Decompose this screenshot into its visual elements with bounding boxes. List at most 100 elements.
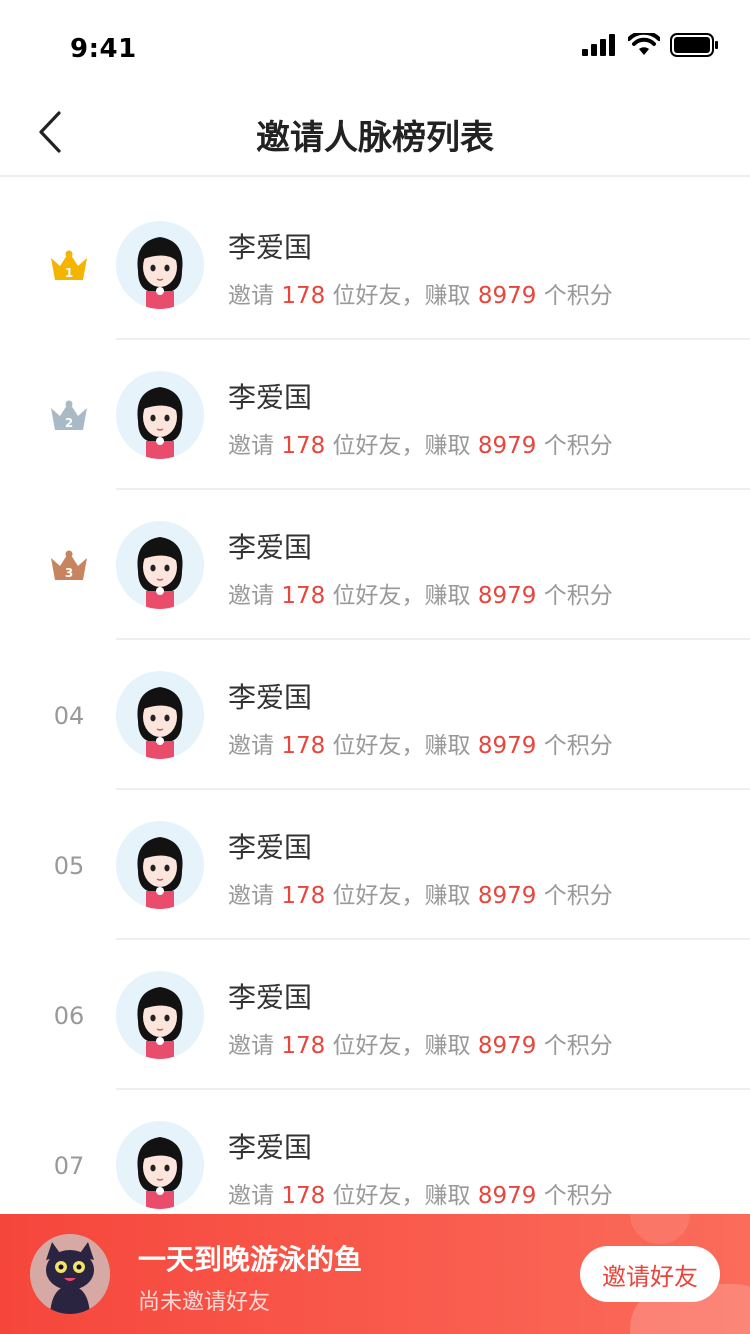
user-name: 李爱国 (228, 831, 313, 864)
invite-summary: 邀请 178 位好友，赚取 8979 个积分 (228, 726, 613, 760)
friend-count: 178 (281, 883, 326, 909)
ranking-list: 1 李爱国 邀请 178 位好友，赚取 8979 个积分 2 李爱国 邀请 17… (0, 190, 750, 1240)
points-count: 8979 (477, 733, 537, 759)
rank-badge: 3 (36, 546, 102, 586)
crown-tip (65, 550, 73, 558)
points-count: 8979 (477, 583, 537, 609)
page-title: 邀请人脉榜列表 (256, 118, 494, 158)
user-name: 李爱国 (228, 381, 313, 414)
avatar (116, 371, 204, 459)
friends-suffix: 位好友，赚取 (332, 883, 471, 909)
crown-rank-number: 3 (65, 566, 73, 580)
crown-rank-number: 1 (65, 266, 73, 280)
invite-summary: 邀请 178 位好友，赚取 8979 个积分 (228, 426, 613, 460)
user-name: 李爱国 (228, 981, 313, 1014)
invite-summary: 邀请 178 位好友，赚取 8979 个积分 (228, 576, 613, 610)
rank-number: 05 (53, 852, 85, 880)
nav-bar: 邀请人脉榜列表 (0, 90, 750, 177)
invite-prefix: 邀请 (228, 433, 274, 459)
avatar (116, 221, 204, 309)
list-item[interactable]: 06 李爱国 邀请 178 位好友，赚取 8979 个积分 (0, 940, 750, 1090)
user-avatar-icon (116, 671, 204, 759)
friends-suffix: 位好友，赚取 (332, 433, 471, 459)
points-count: 8979 (477, 1033, 537, 1059)
user-name: 李爱国 (228, 531, 313, 564)
points-count: 8979 (477, 883, 537, 909)
rank-number: 07 (53, 1152, 85, 1180)
rank-badge: 05 (36, 846, 102, 886)
user-avatar-icon (116, 521, 204, 609)
invite-summary: 邀请 178 位好友，赚取 8979 个积分 (228, 1026, 613, 1060)
list-item[interactable]: 3 李爱国 邀请 178 位好友，赚取 8979 个积分 (0, 490, 750, 640)
invite-prefix: 邀请 (228, 1183, 274, 1209)
user-name: 李爱国 (228, 1131, 313, 1164)
points-suffix: 个积分 (543, 1183, 613, 1209)
avatar (116, 1121, 204, 1209)
friends-suffix: 位好友，赚取 (332, 283, 471, 309)
points-suffix: 个积分 (543, 733, 613, 759)
signal-icon (582, 34, 615, 56)
battery-icon (670, 33, 718, 57)
rank-badge: 06 (36, 996, 102, 1036)
invite-prefix: 邀请 (228, 883, 274, 909)
points-count: 8979 (477, 283, 537, 309)
friend-count: 178 (281, 283, 326, 309)
rank-badge: 2 (36, 396, 102, 436)
points-suffix: 个积分 (543, 583, 613, 609)
user-avatar-icon (116, 1121, 204, 1209)
gold-crown-icon: 1 (51, 250, 87, 280)
list-item[interactable]: 1 李爱国 邀请 178 位好友，赚取 8979 个积分 (0, 190, 750, 340)
points-suffix: 个积分 (543, 1033, 613, 1059)
friend-count: 178 (281, 433, 326, 459)
points-suffix: 个积分 (543, 433, 613, 459)
invite-prefix: 邀请 (228, 283, 274, 309)
friend-count: 178 (281, 1033, 326, 1059)
user-avatar-icon (116, 821, 204, 909)
points-suffix: 个积分 (543, 883, 613, 909)
my-name: 一天到晚游泳的鱼 (138, 1243, 363, 1276)
points-count: 8979 (477, 1183, 537, 1209)
user-avatar-icon (116, 221, 204, 309)
silver-crown-icon: 2 (51, 400, 87, 430)
wifi-icon (628, 33, 660, 55)
list-item[interactable]: 05 李爱国 邀请 178 位好友，赚取 8979 个积分 (0, 790, 750, 940)
rank-badge: 1 (36, 246, 102, 286)
invite-prefix: 邀请 (228, 1033, 274, 1059)
user-name: 李爱国 (228, 681, 313, 714)
avatar (116, 671, 204, 759)
friend-count: 178 (281, 583, 326, 609)
cat-avatar-icon (30, 1234, 110, 1314)
list-item[interactable]: 04 李爱国 邀请 178 位好友，赚取 8979 个积分 (0, 640, 750, 790)
list-item[interactable]: 2 李爱国 邀请 178 位好友，赚取 8979 个积分 (0, 340, 750, 490)
bronze-crown-icon: 3 (51, 550, 87, 580)
user-name: 李爱国 (228, 231, 313, 264)
status-time: 9:41 (70, 34, 137, 64)
my-status: 尚未邀请好友 (138, 1290, 271, 1315)
invite-summary: 邀请 178 位好友，赚取 8979 个积分 (228, 876, 613, 910)
invite-prefix: 邀请 (228, 733, 274, 759)
decor-bubble (630, 1214, 690, 1244)
user-avatar-icon (116, 371, 204, 459)
my-avatar (30, 1234, 110, 1314)
rank-number: 04 (53, 702, 85, 730)
invite-friends-button[interactable]: 邀请好友 (580, 1246, 720, 1302)
rank-number: 06 (53, 1002, 85, 1030)
friend-count: 178 (281, 733, 326, 759)
crown-tip (65, 250, 73, 258)
friends-suffix: 位好友，赚取 (332, 733, 471, 759)
invite-summary: 邀请 178 位好友，赚取 8979 个积分 (228, 1176, 613, 1210)
invite-prefix: 邀请 (228, 583, 274, 609)
status-icons (582, 33, 720, 57)
crown-tip (65, 400, 73, 408)
avatar (116, 521, 204, 609)
avatar (116, 821, 204, 909)
friends-suffix: 位好友，赚取 (332, 1033, 471, 1059)
rank-badge: 07 (36, 1146, 102, 1186)
friends-suffix: 位好友，赚取 (332, 1183, 471, 1209)
friend-count: 178 (281, 1183, 326, 1209)
status-bar: 9:41 (0, 0, 750, 90)
avatar (116, 971, 204, 1059)
user-avatar-icon (116, 971, 204, 1059)
crown-rank-number: 2 (65, 416, 73, 430)
invite-summary: 邀请 178 位好友，赚取 8979 个积分 (228, 276, 613, 310)
